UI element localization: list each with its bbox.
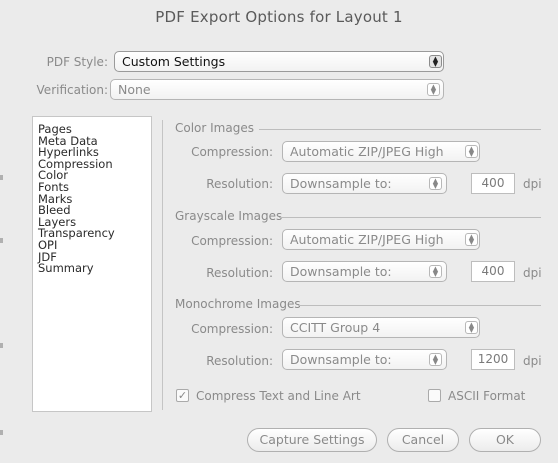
color-resolution-value: Downsample to: <box>290 176 392 191</box>
grayscale-resolution-value: Downsample to: <box>290 264 392 279</box>
pdf-style-stepper-icon: ▲ ▼ <box>429 55 442 68</box>
monochrome-compression-value: CCITT Group 4 <box>290 320 381 335</box>
grayscale-resolution-stepper-icon: ▲ ▼ <box>429 265 442 278</box>
monochrome-dpi-unit: dpi <box>523 354 542 368</box>
color-compression-stepper-icon: ▲ ▼ <box>465 145 478 158</box>
verification-label: Verification: <box>36 83 108 97</box>
monochrome-compression-popup[interactable]: CCITT Group 4 ▲ ▼ <box>282 317 480 338</box>
grayscale-compression-popup[interactable]: Automatic ZIP/JPEG High ▲ ▼ <box>282 229 480 250</box>
edge-mark <box>0 175 3 180</box>
dialog-title: PDF Export Options for Layout 1 <box>155 8 403 26</box>
monochrome-resolution-value: Downsample to: <box>290 352 392 367</box>
grayscale-images-title: Grayscale Images <box>175 209 283 223</box>
color-images-title: Color Images <box>175 121 254 135</box>
verification-stepper-icon: ▲ ▼ <box>427 83 440 96</box>
monochrome-resolution-popup[interactable]: Downsample to: ▲ ▼ <box>282 349 447 370</box>
monochrome-images-rule <box>299 305 541 306</box>
checkmark-icon: ✓ <box>177 389 188 402</box>
ok-button[interactable]: OK <box>469 428 541 452</box>
grayscale-compression-label: Compression: <box>191 234 273 248</box>
verification-value: None <box>118 82 151 97</box>
color-resolution-label: Resolution: <box>206 177 273 191</box>
pdf-style-label: PDF Style: <box>46 55 108 69</box>
color-images-rule <box>259 129 541 130</box>
verification-popup[interactable]: None ▲ ▼ <box>110 79 444 100</box>
ascii-format-checkbox[interactable] <box>428 389 441 402</box>
color-dpi-field[interactable]: 400 <box>471 173 515 194</box>
pdf-style-value: Custom Settings <box>122 54 226 69</box>
grayscale-images-rule <box>279 217 541 218</box>
capture-settings-button[interactable]: Capture Settings <box>247 428 377 452</box>
grayscale-dpi-field[interactable]: 400 <box>471 261 515 282</box>
monochrome-resolution-stepper-icon: ▲ ▼ <box>429 353 442 366</box>
color-compression-label: Compression: <box>191 145 273 159</box>
pdf-style-popup[interactable]: Custom Settings ▲ ▼ <box>114 51 444 72</box>
monochrome-images-title: Monochrome Images <box>175 297 301 311</box>
compress-text-label: Compress Text and Line Art <box>196 389 361 403</box>
edge-mark <box>0 430 3 435</box>
color-resolution-popup[interactable]: Downsample to: ▲ ▼ <box>282 173 447 194</box>
grayscale-dpi-unit: dpi <box>523 266 542 280</box>
grayscale-resolution-popup[interactable]: Downsample to: ▲ ▼ <box>282 261 447 282</box>
edge-mark <box>0 238 3 243</box>
monochrome-resolution-label: Resolution: <box>206 354 273 368</box>
grayscale-resolution-label: Resolution: <box>206 266 273 280</box>
edge-mark <box>0 343 3 348</box>
cancel-button[interactable]: Cancel <box>387 428 459 452</box>
monochrome-compression-label: Compression: <box>191 322 273 336</box>
grayscale-compression-value: Automatic ZIP/JPEG High <box>290 232 444 247</box>
ascii-format-label: ASCII Format <box>448 389 526 403</box>
color-compression-value: Automatic ZIP/JPEG High <box>290 144 444 159</box>
compress-text-checkbox[interactable]: ✓ <box>176 389 189 402</box>
category-list[interactable]: Pages Meta Data Hyperlinks Compression Color… <box>32 116 152 412</box>
sidebar-item-summary[interactable]: Summary <box>33 263 151 275</box>
color-dpi-unit: dpi <box>523 177 542 191</box>
monochrome-compression-stepper-icon: ▲ ▼ <box>465 321 478 334</box>
color-resolution-stepper-icon: ▲ ▼ <box>429 177 442 190</box>
panel-divider <box>162 120 163 410</box>
grayscale-compression-stepper-icon: ▲ ▼ <box>465 233 478 246</box>
color-compression-popup[interactable]: Automatic ZIP/JPEG High ▲ ▼ <box>282 141 480 162</box>
monochrome-dpi-field[interactable]: 1200 <box>471 349 515 370</box>
